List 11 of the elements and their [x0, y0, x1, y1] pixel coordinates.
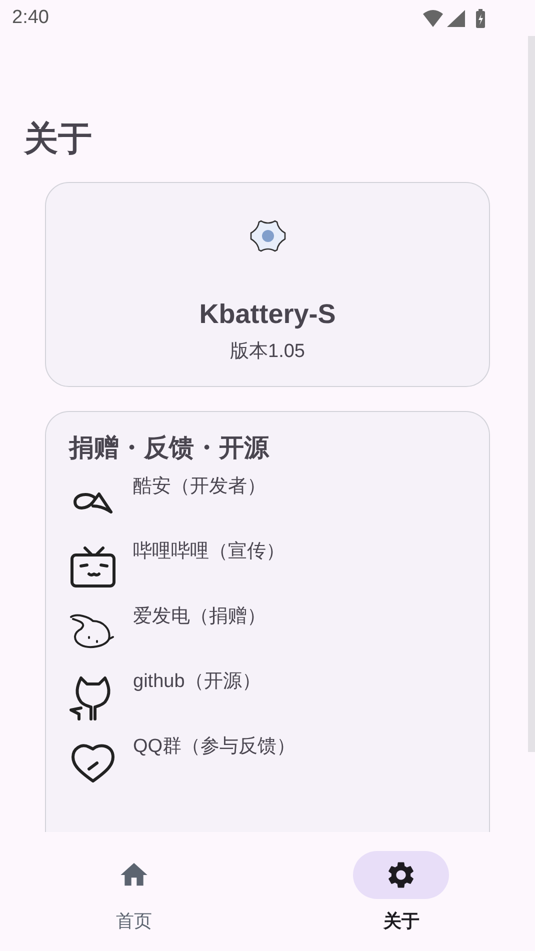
section-title: 捐赠・反馈・开源 — [69, 436, 270, 461]
app-name: Kbattery-S — [199, 298, 336, 331]
nav-tab[interactable]: 首页 — [86, 851, 182, 930]
signal-icon — [447, 10, 465, 26]
gear-icon — [248, 218, 286, 254]
wifi-icon — [422, 9, 444, 27]
app-version: 版本1.05 — [230, 340, 305, 364]
page-title: 关于 — [24, 122, 93, 156]
link-item[interactable]: github（开源） — [69, 674, 466, 722]
status-time: 2:40 — [12, 6, 49, 30]
battery-icon — [476, 8, 485, 28]
